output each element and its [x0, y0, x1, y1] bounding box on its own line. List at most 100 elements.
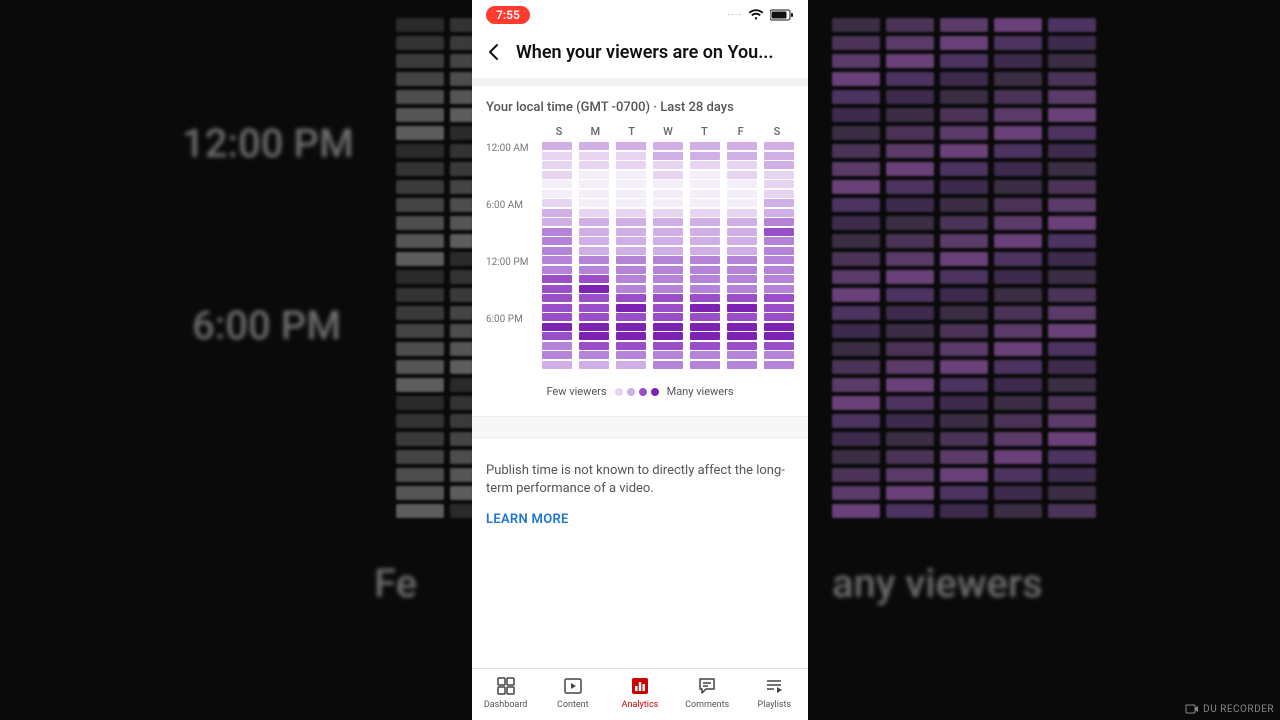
- heatmap-cell: [690, 218, 720, 226]
- heatmap-cell: [542, 266, 572, 274]
- nav-comments[interactable]: Comments: [677, 675, 737, 710]
- heatmap-cell: [542, 247, 572, 255]
- heatmap-cell: [579, 332, 609, 340]
- heatmap-cell: [653, 266, 683, 274]
- heatmap-cell: [727, 209, 757, 217]
- heatmap-cell: [579, 199, 609, 207]
- content-icon: [562, 675, 584, 697]
- heatmap-cell: [764, 152, 794, 160]
- heatmap-cell: [653, 199, 683, 207]
- heatmap-cell: [764, 218, 794, 226]
- heatmap-cell: [542, 228, 572, 236]
- heatmap-cell: [690, 361, 720, 369]
- heatmap-cell: [616, 161, 646, 169]
- heatmap-cell: [653, 313, 683, 321]
- heatmap-cell: [616, 247, 646, 255]
- learn-more-link[interactable]: LEARN MORE: [486, 512, 794, 527]
- nav-analytics[interactable]: Analytics: [610, 675, 670, 710]
- battery-icon: [770, 9, 794, 21]
- heatmap-cell: [727, 275, 757, 283]
- heatmap-cell: [616, 171, 646, 179]
- heatmap-cell: [690, 256, 720, 264]
- heatmap-cell: [727, 342, 757, 350]
- heatmap-cell: [727, 152, 757, 160]
- heatmap-cell: [727, 285, 757, 293]
- heatmap-cell: [653, 304, 683, 312]
- phone-screen: 7:55 ···· When your viewers are on You..…: [472, 0, 808, 720]
- heatmap-cell: [653, 190, 683, 198]
- heatmap-cell: [653, 285, 683, 293]
- heatmap-cell: [653, 228, 683, 236]
- heatmap-cell: [579, 256, 609, 264]
- heatmap-cell: [653, 161, 683, 169]
- heatmap-grid: [542, 142, 794, 369]
- nav-playlists[interactable]: Playlists: [744, 675, 804, 710]
- nav-label: Analytics: [622, 700, 659, 710]
- heatmap-cell: [616, 342, 646, 350]
- heatmap-cell: [542, 171, 572, 179]
- heatmap-cell: [690, 313, 720, 321]
- heatmap-cell: [690, 180, 720, 188]
- heatmap-cell: [727, 247, 757, 255]
- heatmap-cell: [727, 294, 757, 302]
- heatmap-cell: [616, 209, 646, 217]
- day-header-row: S M T W T F S: [542, 125, 794, 142]
- nav-content[interactable]: Content: [543, 675, 603, 710]
- heatmap-cell: [579, 266, 609, 274]
- heatmap-cell: [542, 190, 572, 198]
- heatmap-cell: [616, 266, 646, 274]
- recorder-watermark: DU RECORDER: [1185, 702, 1274, 716]
- heatmap-cell: [616, 237, 646, 245]
- heatmap-cell: [579, 285, 609, 293]
- heatmap-cell: [653, 332, 683, 340]
- legend: Few viewers Many viewers: [486, 385, 794, 398]
- heatmap-cell: [653, 275, 683, 283]
- note-text: Publish time is not known to directly af…: [486, 462, 794, 498]
- heatmap-cell: [764, 294, 794, 302]
- heatmap-cell: [764, 247, 794, 255]
- heatmap-cell: [579, 161, 609, 169]
- heatmap-cell: [542, 237, 572, 245]
- heatmap-cell: [542, 323, 572, 331]
- heatmap-cell: [616, 332, 646, 340]
- note-card: Publish time is not known to directly af…: [472, 446, 808, 543]
- legend-dot-icon: [627, 388, 635, 396]
- bg-label-few: Fe: [374, 560, 417, 607]
- heatmap-cell: [616, 323, 646, 331]
- heatmap-cell: [764, 256, 794, 264]
- ylabel-6am: 6:00 AM: [486, 200, 542, 257]
- heatmap-cell: [690, 332, 720, 340]
- heatmap-cell: [579, 275, 609, 283]
- heatmap-cell: [764, 266, 794, 274]
- heatmap-cell: [764, 161, 794, 169]
- wifi-icon: [748, 9, 764, 21]
- heatmap-cell: [764, 332, 794, 340]
- heatmap-cell: [690, 209, 720, 217]
- heatmap-cell: [653, 342, 683, 350]
- heatmap-cell: [579, 190, 609, 198]
- back-button[interactable]: [482, 40, 506, 64]
- heatmap-cell: [764, 190, 794, 198]
- heatmap-cell: [616, 285, 646, 293]
- heatmap-cell: [616, 275, 646, 283]
- nav-label: Comments: [685, 700, 729, 710]
- heatmap-cell: [653, 256, 683, 264]
- spacer: [472, 416, 808, 438]
- heatmap-cell: [616, 304, 646, 312]
- heatmap-cell: [764, 313, 794, 321]
- nav-dashboard[interactable]: Dashboard: [476, 675, 536, 710]
- heatmap-cell: [579, 209, 609, 217]
- heatmap-cell: [542, 294, 572, 302]
- day-label: T: [617, 125, 647, 138]
- heatmap-cell: [579, 351, 609, 359]
- heatmap-cell: [542, 304, 572, 312]
- heatmap-cell: [579, 171, 609, 179]
- heatmap-cell: [690, 323, 720, 331]
- heatmap-cell: [616, 180, 646, 188]
- heatmap-cell: [542, 161, 572, 169]
- heatmap-cell: [690, 171, 720, 179]
- status-time-pill: 7:55: [486, 6, 530, 24]
- heatmap-cell: [542, 199, 572, 207]
- heatmap-cell: [542, 180, 572, 188]
- dashboard-icon: [495, 675, 517, 697]
